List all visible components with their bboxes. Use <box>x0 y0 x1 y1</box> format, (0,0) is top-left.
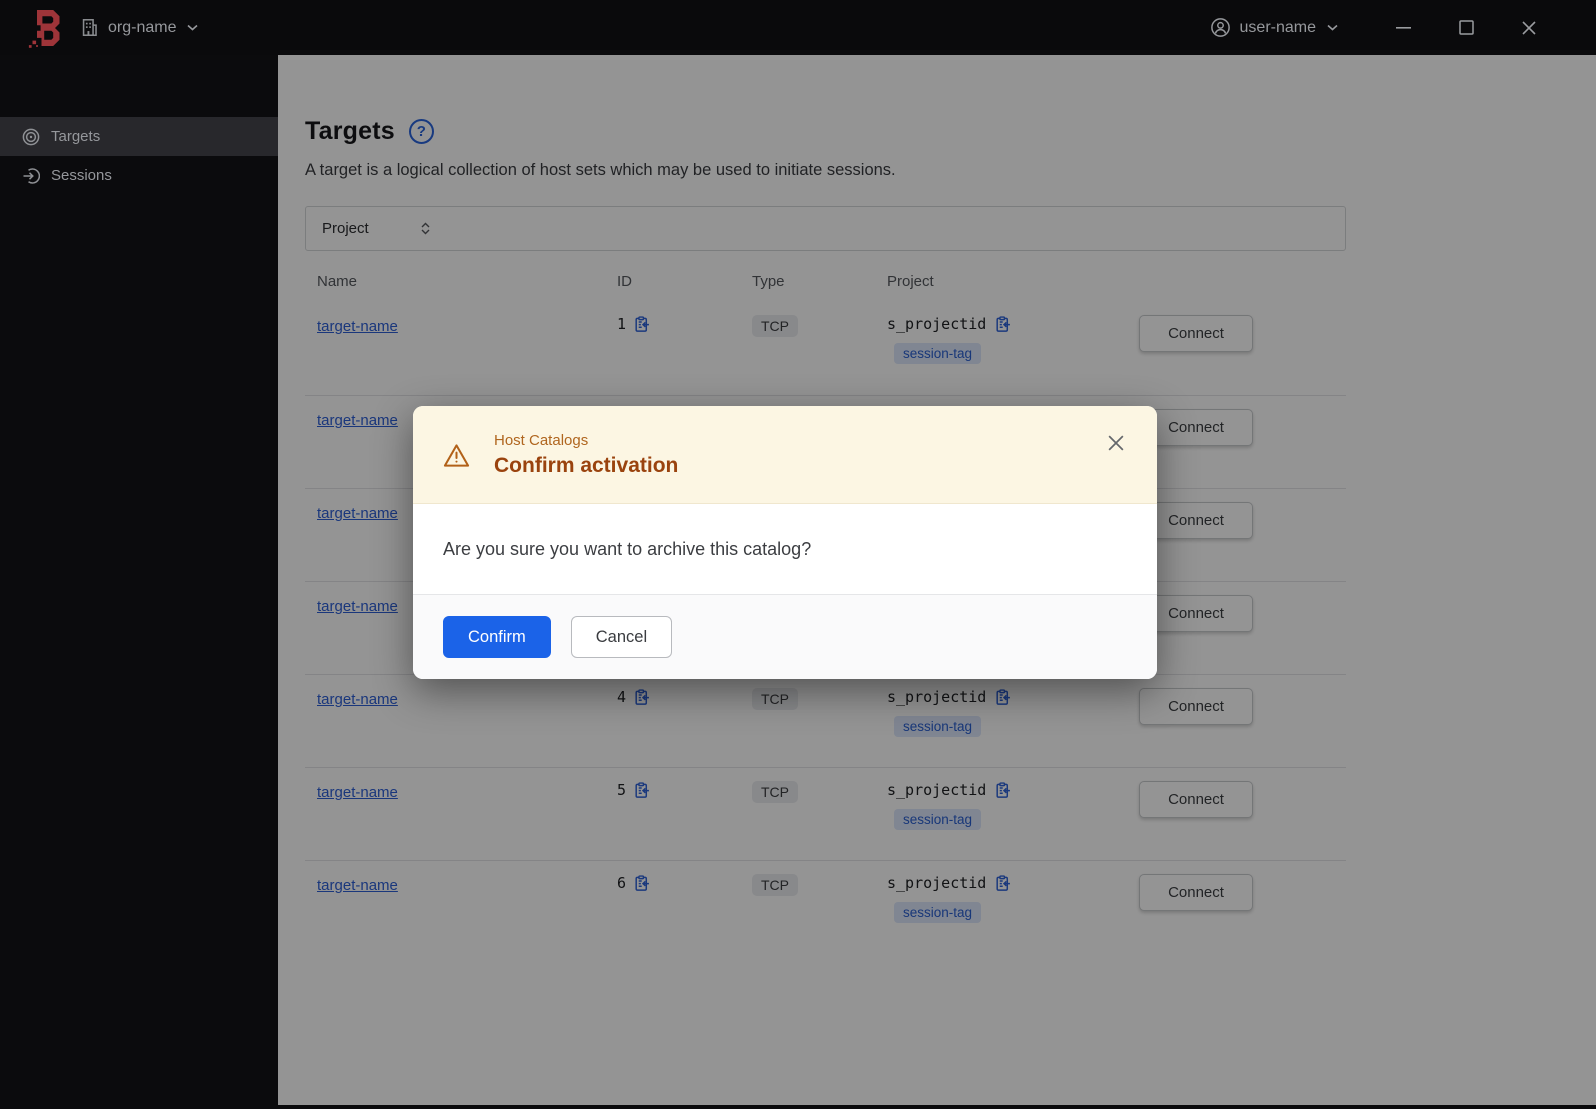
window-maximize-button[interactable] <box>1451 13 1481 43</box>
sidebar-item-label: Sessions <box>51 167 112 184</box>
user-avatar-icon <box>1210 18 1230 37</box>
cancel-button[interactable]: Cancel <box>570 616 673 658</box>
confirm-button[interactable]: Confirm <box>443 616 551 658</box>
target-icon <box>22 128 40 145</box>
org-menu[interactable]: org-name <box>80 18 199 37</box>
org-name-label: org-name <box>108 18 177 36</box>
modal-message: Are you sure you want to archive this ca… <box>443 538 812 559</box>
modal-close-button[interactable] <box>1103 430 1129 456</box>
minimize-icon <box>1395 26 1411 29</box>
chevron-down-icon <box>1327 24 1338 31</box>
user-menu[interactable]: user-name <box>1210 17 1338 38</box>
warning-triangle-icon <box>443 444 470 467</box>
modal-body: Are you sure you want to archive this ca… <box>413 504 1157 594</box>
sidebar: Targets Sessions <box>0 55 278 1109</box>
sidebar-item-label: Targets <box>51 128 101 145</box>
user-name-label: user-name <box>1239 18 1316 36</box>
boundary-logo-icon <box>28 9 60 48</box>
modal-header: Host Catalogs Confirm activation <box>413 406 1157 504</box>
building-icon <box>82 19 97 36</box>
window-close-button[interactable] <box>1514 13 1544 43</box>
chevron-down-icon <box>187 24 199 31</box>
titlebar: org-name user-name <box>0 0 1596 55</box>
modal-footer: Confirm Cancel <box>413 594 1157 679</box>
maximize-icon <box>1458 20 1474 35</box>
sidebar-item-targets[interactable]: Targets <box>0 117 278 156</box>
close-icon <box>1108 435 1124 451</box>
sidebar-item-sessions[interactable]: Sessions <box>0 156 278 195</box>
sign-in-icon <box>23 167 40 184</box>
window-minimize-button[interactable] <box>1388 13 1418 43</box>
close-icon <box>1522 20 1536 35</box>
confirm-modal: Host Catalogs Confirm activation Are you… <box>413 406 1157 679</box>
modal-title: Confirm activation <box>494 453 679 477</box>
modal-context-label: Host Catalogs <box>494 431 589 449</box>
